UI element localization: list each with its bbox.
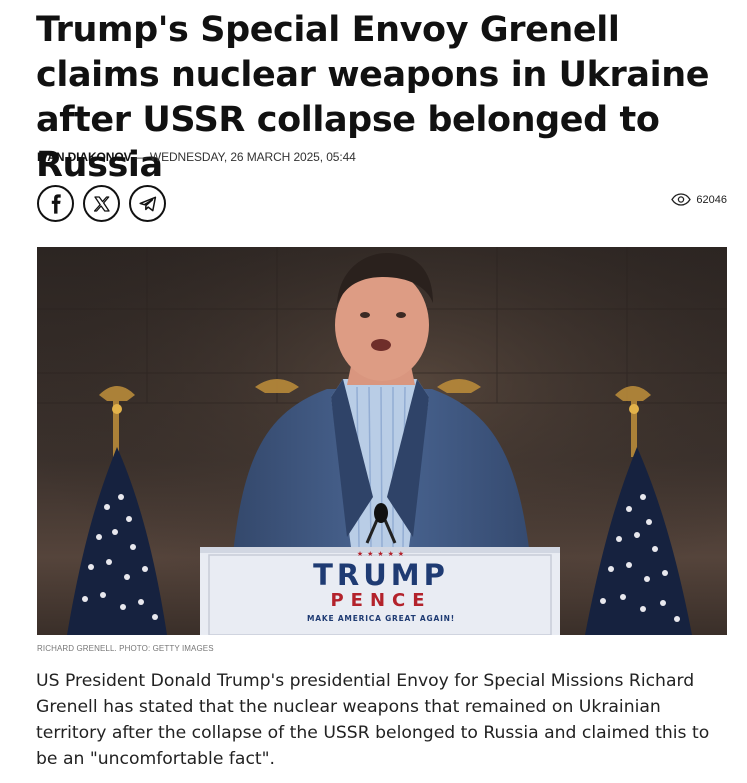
share-facebook-button[interactable] <box>37 185 74 222</box>
article-lead: US President Donald Trump's presidential… <box>36 671 710 769</box>
podium-slogan: MAKE AMERICA GREAT AGAIN! <box>307 614 455 623</box>
podium-text: ★ ★ ★ ★ ★ TRUMP PENCE MAKE AMERICA GREAT… <box>237 550 525 626</box>
article-photo: ★ ★ ★ ★ ★ TRUMP PENCE MAKE AMERICA GREAT… <box>37 247 727 635</box>
view-counter: 62046 <box>671 193 727 206</box>
share-telegram-button[interactable] <box>129 185 166 222</box>
photo-caption: RICHARD GRENELL. PHOTO: GETTY IMAGES <box>37 644 214 653</box>
byline: IVAN DIAKONOV — WEDNESDAY, 26 MARCH 2025… <box>37 150 356 164</box>
facebook-icon <box>51 193 61 214</box>
byline-separator: — <box>131 150 150 164</box>
share-x-button[interactable] <box>83 185 120 222</box>
publish-date: WEDNESDAY, 26 MARCH 2025, 05:44 <box>149 150 356 164</box>
x-icon <box>93 195 110 212</box>
telegram-icon <box>138 196 156 211</box>
view-count: 62046 <box>696 193 727 206</box>
author-name[interactable]: IVAN DIAKONOV <box>37 150 132 164</box>
eye-icon <box>671 193 692 206</box>
podium-pence: PENCE <box>330 590 432 611</box>
podium-trump: TRUMP <box>313 558 449 592</box>
share-buttons <box>37 185 166 222</box>
